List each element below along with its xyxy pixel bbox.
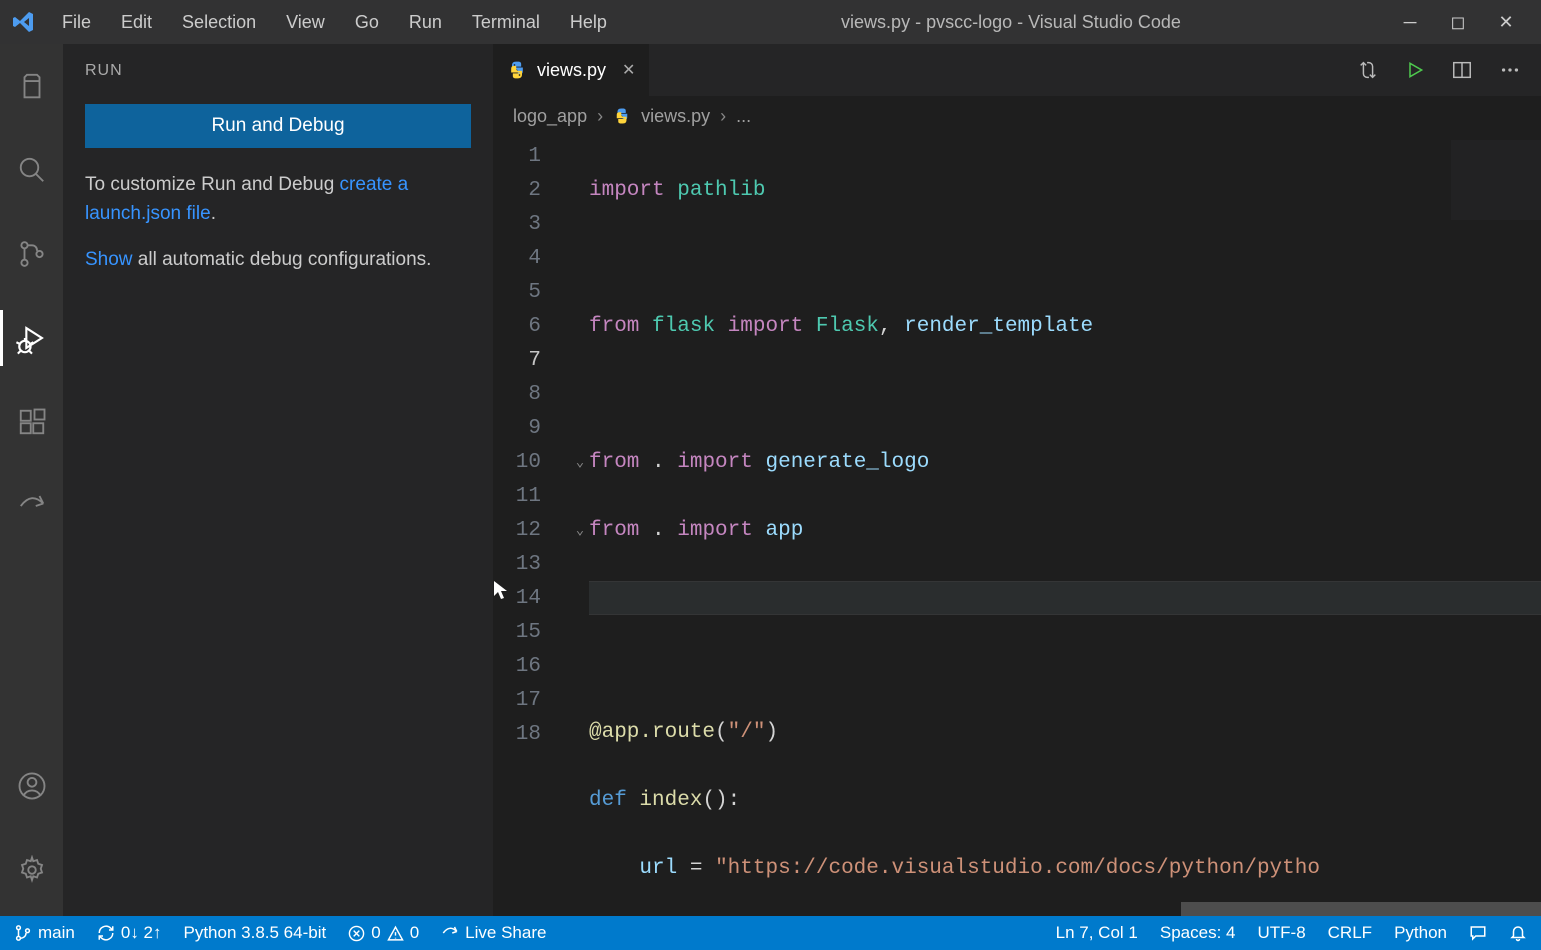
show-link[interactable]: Show: [85, 249, 133, 270]
menu-go[interactable]: Go: [341, 8, 393, 37]
tab-label: views.py: [537, 60, 606, 81]
menu-terminal[interactable]: Terminal: [458, 8, 554, 37]
fold-chevron-icon[interactable]: ⌄: [571, 514, 589, 548]
maximize-icon[interactable]: ◻: [1449, 12, 1467, 33]
breadcrumb-file[interactable]: views.py: [641, 106, 710, 127]
status-encoding[interactable]: UTF-8: [1257, 923, 1305, 943]
chevron-right-icon: ›: [720, 106, 726, 127]
menu-file[interactable]: File: [48, 8, 105, 37]
mouse-cursor-icon: [493, 580, 509, 600]
code-content[interactable]: import pathlib from flask import Flask, …: [589, 136, 1541, 916]
breadcrumb[interactable]: logo_app › views.py › ...: [493, 96, 1541, 136]
horizontal-scrollbar[interactable]: [1181, 902, 1541, 916]
more-actions-icon[interactable]: [1499, 59, 1521, 81]
status-sync[interactable]: 0↓ 2↑: [97, 923, 162, 943]
close-icon[interactable]: ✕: [1497, 12, 1515, 33]
status-spaces[interactable]: Spaces: 4: [1160, 923, 1236, 943]
status-feedback-icon[interactable]: [1469, 924, 1487, 942]
run-debug-icon[interactable]: [0, 310, 63, 366]
customize-text: To customize Run and Debug create a laun…: [63, 164, 493, 239]
vscode-logo-icon: [12, 10, 36, 34]
fold-chevron-icon[interactable]: ⌄: [571, 446, 589, 480]
line-gutter: 123456789101112131415161718: [493, 136, 571, 916]
activity-bar: [0, 44, 63, 916]
python-file-icon: [613, 107, 631, 125]
status-liveshare[interactable]: Live Share: [441, 923, 546, 943]
account-icon[interactable]: [0, 758, 63, 814]
tab-close-icon[interactable]: ✕: [622, 60, 635, 80]
menu-help[interactable]: Help: [556, 8, 621, 37]
menu-run[interactable]: Run: [395, 8, 456, 37]
window-controls: ─ ◻ ✕: [1401, 12, 1533, 33]
customize-suffix: .: [211, 203, 216, 224]
status-eol[interactable]: CRLF: [1328, 923, 1372, 943]
share-icon[interactable]: [0, 478, 63, 534]
tab-bar: views.py ✕: [493, 44, 1541, 96]
show-suffix: all automatic debug configurations.: [133, 249, 432, 270]
code-editor[interactable]: 123456789101112131415161718 ⌄ ⌄ import p…: [493, 136, 1541, 916]
status-problems[interactable]: 0 0: [348, 923, 419, 943]
editor-actions: [1357, 44, 1541, 96]
title-bar: File Edit Selection View Go Run Terminal…: [0, 0, 1541, 44]
settings-gear-icon[interactable]: [0, 842, 63, 898]
split-editor-icon[interactable]: [1451, 59, 1473, 81]
window-title: views.py - pvscc-logo - Visual Studio Co…: [621, 12, 1401, 33]
menu-view[interactable]: View: [272, 8, 339, 37]
status-bell-icon[interactable]: [1509, 924, 1527, 942]
status-lang[interactable]: Python: [1394, 923, 1447, 943]
status-position[interactable]: Ln 7, Col 1: [1056, 923, 1138, 943]
run-side-panel: RUN Run and Debug To customize Run and D…: [63, 44, 493, 916]
run-and-debug-button[interactable]: Run and Debug: [85, 104, 471, 148]
status-branch[interactable]: main: [14, 923, 75, 943]
status-python[interactable]: Python 3.8.5 64-bit: [184, 923, 327, 943]
show-config-text: Show all automatic debug configurations.: [63, 239, 493, 284]
compare-changes-icon[interactable]: [1357, 59, 1379, 81]
fold-column: ⌄ ⌄: [571, 136, 589, 916]
customize-prefix: To customize Run and Debug: [85, 174, 340, 195]
panel-title: RUN: [63, 44, 493, 94]
minimize-icon[interactable]: ─: [1401, 12, 1419, 33]
editor-area: views.py ✕ logo_app ›: [493, 44, 1541, 916]
menu-selection[interactable]: Selection: [168, 8, 270, 37]
run-file-icon[interactable]: [1405, 60, 1425, 80]
menu-edit[interactable]: Edit: [107, 8, 166, 37]
extensions-icon[interactable]: [0, 394, 63, 450]
search-icon[interactable]: [0, 142, 63, 198]
breadcrumb-folder[interactable]: logo_app: [513, 106, 587, 127]
breadcrumb-trail[interactable]: ...: [736, 106, 751, 127]
status-bar: main 0↓ 2↑ Python 3.8.5 64-bit 0 0 Live …: [0, 916, 1541, 950]
tab-views-py[interactable]: views.py ✕: [493, 44, 650, 96]
menu-bar: File Edit Selection View Go Run Terminal…: [48, 8, 621, 37]
source-control-icon[interactable]: [0, 226, 63, 282]
minimap[interactable]: [1451, 140, 1541, 220]
explorer-icon[interactable]: [0, 58, 63, 114]
chevron-right-icon: ›: [597, 106, 603, 127]
python-file-icon: [507, 60, 527, 80]
